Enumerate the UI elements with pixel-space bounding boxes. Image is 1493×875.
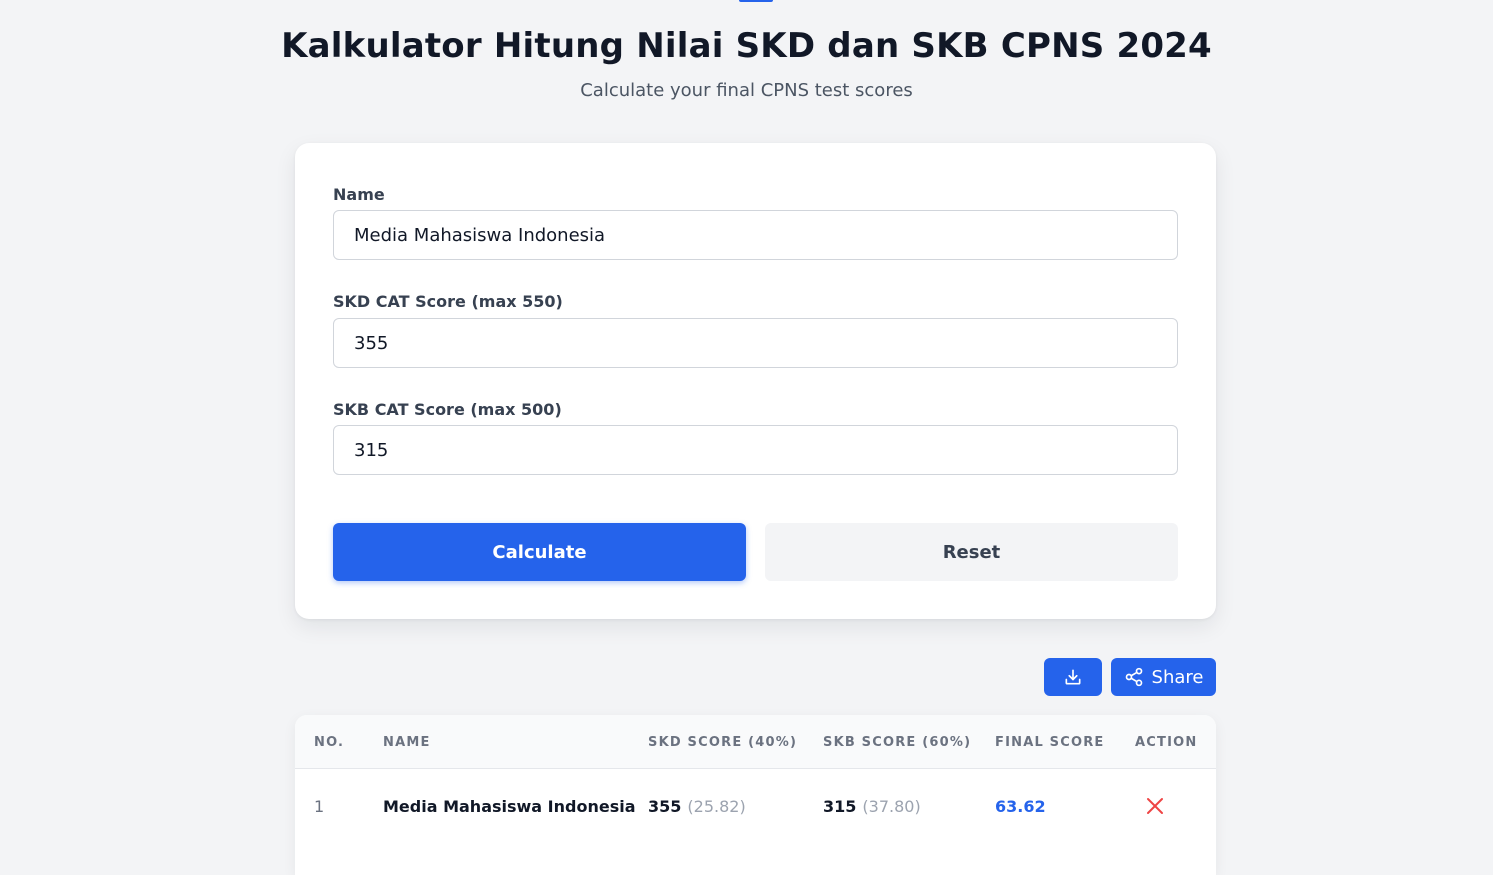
- row-skd-score: 355 (25.82): [648, 797, 746, 816]
- results-table: No. Name SKD Score (40%) SKB Score (60%)…: [295, 715, 1216, 875]
- row-name: Media Mahasiswa Indonesia: [383, 797, 636, 816]
- calculator-form-card: Name SKD CAT Score (max 550) SKB CAT Sco…: [295, 143, 1216, 619]
- row-final-score: 63.62: [995, 797, 1046, 816]
- delete-row-button[interactable]: [1146, 797, 1164, 815]
- column-header-action: Action: [1135, 735, 1198, 750]
- row-number: 1: [314, 797, 325, 816]
- share-label: Share: [1151, 666, 1204, 688]
- reset-button[interactable]: Reset: [765, 523, 1178, 581]
- skd-score-input[interactable]: [333, 318, 1178, 368]
- column-header-no: No.: [314, 735, 345, 750]
- column-header-final: Final Score: [995, 735, 1105, 750]
- column-header-skb: SKB Score (60%): [823, 735, 972, 750]
- page-title: Kalkulator Hitung Nilai SKD dan SKB CPNS…: [281, 26, 1212, 66]
- skb-raw-score: 315: [823, 797, 857, 816]
- name-input[interactable]: [333, 210, 1178, 260]
- download-button[interactable]: [1044, 658, 1102, 696]
- column-header-skd: SKD Score (40%): [648, 735, 798, 750]
- share-button[interactable]: Share: [1111, 658, 1216, 696]
- table-header: No. Name SKD Score (40%) SKB Score (60%)…: [295, 715, 1216, 769]
- calculate-button[interactable]: Calculate: [333, 523, 746, 581]
- share-icon: [1125, 667, 1142, 687]
- top-accent-bar: [739, 0, 773, 2]
- name-label: Name: [333, 185, 385, 204]
- skd-score-label: SKD CAT Score (max 550): [333, 292, 563, 311]
- download-icon: [1065, 669, 1081, 685]
- skd-weighted-score: (25.82): [687, 797, 746, 816]
- close-icon: [1147, 798, 1163, 814]
- row-skb-score: 315 (37.80): [823, 797, 921, 816]
- column-header-name: Name: [383, 735, 431, 750]
- skb-score-label: SKB CAT Score (max 500): [333, 400, 562, 419]
- skb-score-input[interactable]: [333, 425, 1178, 475]
- skd-raw-score: 355: [648, 797, 682, 816]
- page-subtitle: Calculate your final CPNS test scores: [580, 80, 913, 101]
- skb-weighted-score: (37.80): [862, 797, 921, 816]
